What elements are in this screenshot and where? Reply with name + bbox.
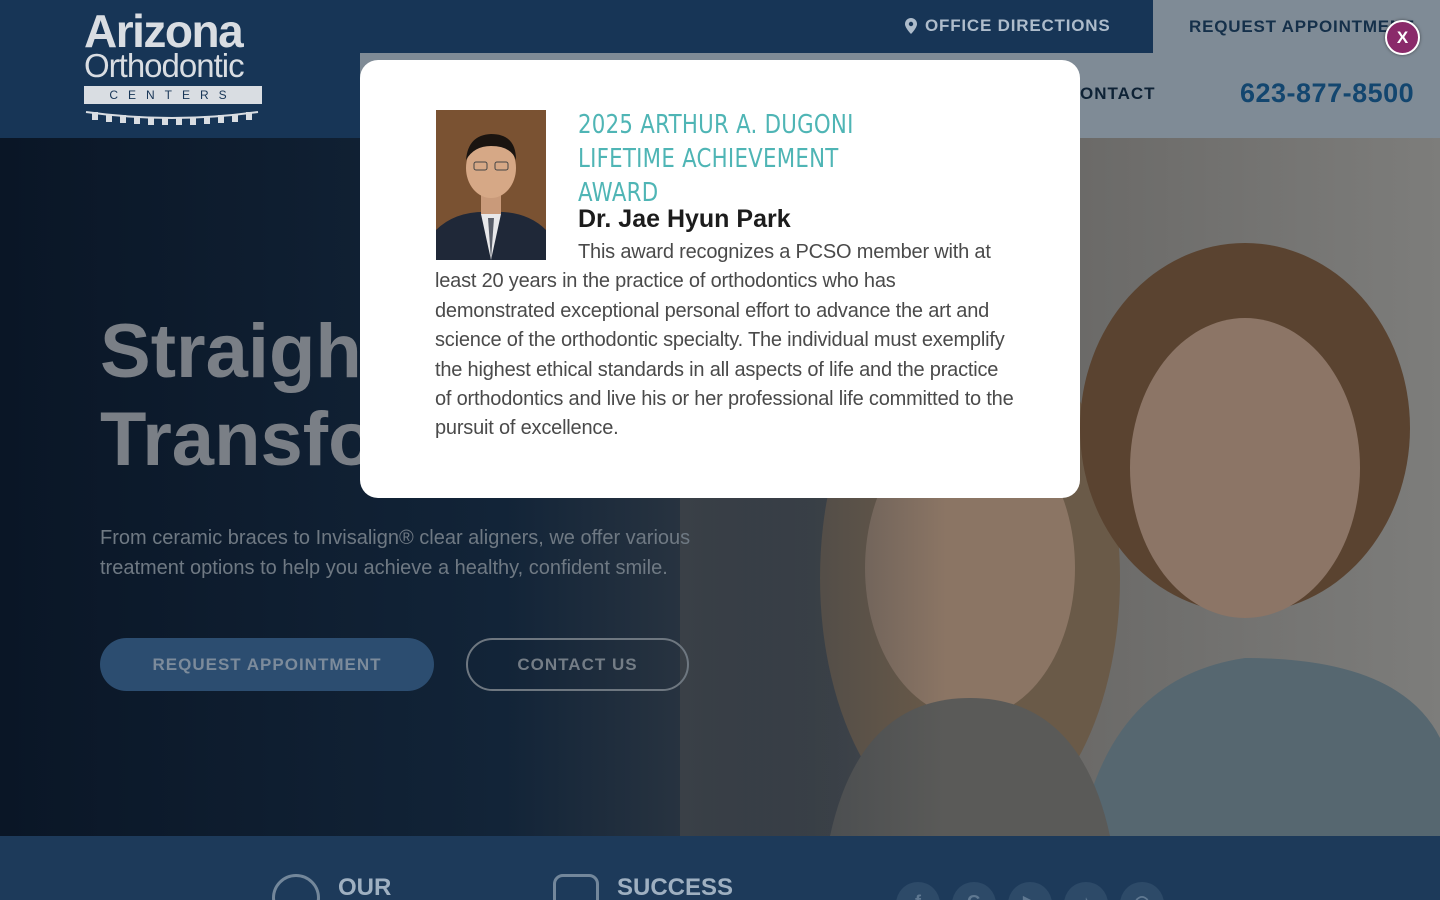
award-description: This award recognizes a PCSO member with… — [435, 241, 1014, 440]
award-recipient-name: Dr. Jae Hyun Park — [578, 205, 791, 233]
award-modal: 2025 ARTHUR A. DUGONI LIFETIME ACHIEVEME… — [360, 60, 1080, 498]
close-modal-button[interactable]: X — [1385, 20, 1420, 55]
award-title: 2025 ARTHUR A. DUGONI LIFETIME ACHIEVEME… — [578, 110, 854, 208]
